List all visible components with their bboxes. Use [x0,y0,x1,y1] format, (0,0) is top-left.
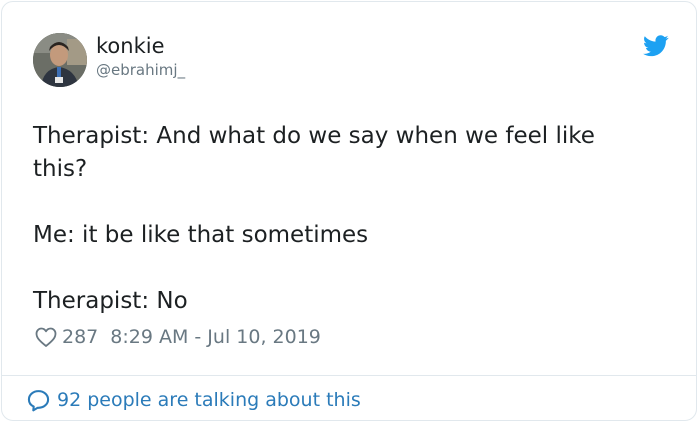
tweet-text: Therapist: And what do we say when we fe… [33,120,653,318]
twitter-bird-icon[interactable] [643,35,669,57]
user-handle[interactable]: @ebrahimj_ [96,61,185,80]
avatar-photo [33,33,87,87]
tweet-meta: 287 8:29 AM - Jul 10, 2019 [34,323,321,351]
tweet-paragraph: Me: it be like that sometimes [33,222,369,248]
tweet-timestamp[interactable]: 8:29 AM - Jul 10, 2019 [110,326,321,348]
talking-about-label: 92 people are talking about this [57,389,361,411]
heart-outline-icon[interactable] [34,325,58,349]
tweet-paragraph: Therapist: And what do we say when we fe… [33,123,603,182]
like-count[interactable]: 287 [62,326,98,348]
talking-about-link[interactable]: 92 people are talking about this [26,387,361,413]
speech-bubble-icon [27,389,50,411]
display-name[interactable]: konkie [96,33,165,59]
divider [2,375,696,376]
avatar[interactable] [33,33,87,87]
tweet-card: konkie @ebrahimj_ Therapist: And what do… [1,1,697,421]
tweet-paragraph: Therapist: No [33,288,188,314]
